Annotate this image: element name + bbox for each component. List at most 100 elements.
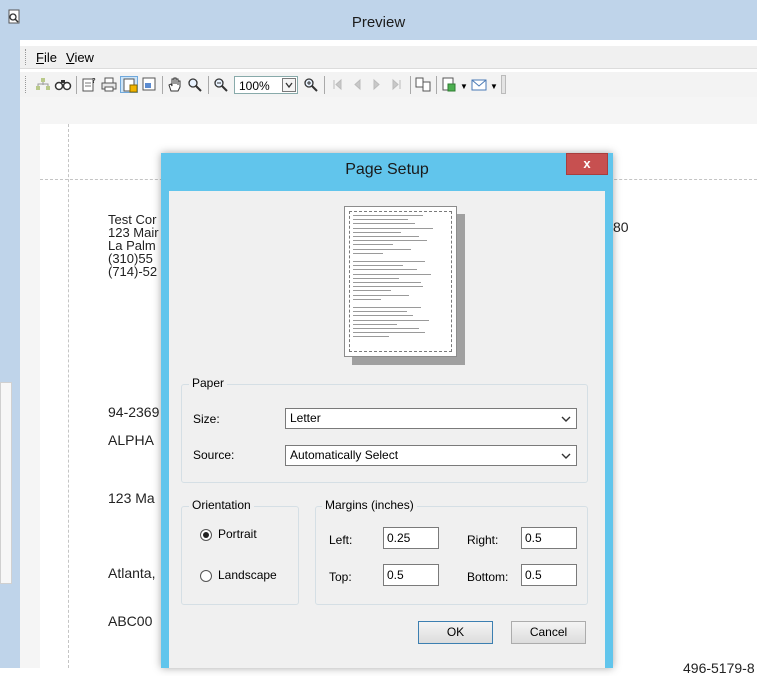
margins-legend: Margins (inches): [322, 498, 417, 512]
orientation-legend: Orientation: [189, 498, 254, 512]
page-preview-thumbnail: [344, 206, 457, 357]
toolbar-separator: [410, 76, 411, 94]
left-margin-input[interactable]: 0.25: [383, 527, 439, 549]
save-dropdown-icon[interactable]: ▼: [460, 82, 468, 91]
preview-text-line: [353, 269, 417, 271]
preview-text-line: [353, 261, 425, 262]
preview-app-icon[interactable]: [6, 9, 22, 25]
preview-text-line: [353, 282, 421, 283]
paper-source-select[interactable]: Automatically Select: [285, 445, 577, 466]
toolbar-separator: [162, 76, 163, 94]
landscape-radio[interactable]: [200, 570, 212, 582]
email-icon[interactable]: [470, 76, 488, 93]
source-label: Source:: [193, 448, 235, 462]
top-margin-input[interactable]: 0.5: [383, 564, 439, 586]
document-field: 123 Ma: [108, 490, 155, 506]
preview-text-line: [353, 240, 427, 242]
zoom-in-icon[interactable]: [302, 76, 320, 93]
document-field: Atlanta,: [108, 565, 156, 581]
page-setup-icon[interactable]: ?: [80, 76, 98, 93]
company-line: (714)-52: [108, 264, 158, 279]
bottom-margin-input[interactable]: 0.5: [521, 564, 577, 586]
dialog-body: Paper Size: Letter Source: Automatically…: [169, 191, 605, 668]
window-titlebar[interactable]: Preview: [0, 0, 757, 40]
preview-content-lines: [353, 215, 448, 350]
paper-source-value: Automatically Select: [290, 448, 399, 462]
preview-text-line: [353, 227, 433, 229]
right-margin-label: Right:: [467, 533, 499, 547]
toolbar-separator: [324, 76, 325, 94]
menu-view-label: iew: [74, 50, 94, 65]
zoom-value: 100%: [239, 79, 270, 93]
preview-text-line: [353, 248, 411, 250]
toolbar-separator: [208, 76, 209, 94]
find-icon[interactable]: [54, 76, 72, 93]
preview-text-line: [353, 231, 401, 233]
paper-size-value: Letter: [290, 411, 321, 425]
page-setup-dialog[interactable]: Page Setup x Paper Size: Letter Source: …: [161, 153, 613, 668]
portrait-radio[interactable]: [200, 529, 212, 541]
margins-group: [315, 506, 588, 605]
preview-text-line: [353, 236, 419, 237]
preview-text-line: [353, 298, 381, 300]
first-page-icon[interactable]: [328, 76, 346, 93]
toolbar-separator: [76, 76, 77, 94]
ok-button[interactable]: OK: [418, 621, 493, 644]
save-icon[interactable]: [440, 76, 458, 93]
dialog-title: Page Setup: [345, 161, 429, 178]
preview-text-line: [353, 252, 383, 254]
right-margin-input[interactable]: 0.5: [521, 527, 577, 549]
print-layout-icon[interactable]: [120, 76, 138, 93]
company-address-block: Test Cor 123 Mair La Palm (310)55 (714)-…: [108, 213, 159, 278]
preview-text-line: [353, 307, 421, 308]
preview-text-line: [353, 286, 423, 288]
preview-text-line: [353, 290, 391, 292]
menu-grip: [25, 49, 29, 65]
export-icon[interactable]: [140, 76, 158, 93]
previous-page-icon[interactable]: [348, 76, 366, 93]
email-dropdown-icon[interactable]: ▼: [490, 82, 498, 91]
svg-text:?: ?: [92, 77, 96, 85]
left-margin-label: Left:: [329, 533, 353, 547]
cancel-button[interactable]: Cancel: [511, 621, 586, 644]
preview-text-line: [353, 294, 409, 296]
paper-legend: Paper: [189, 376, 228, 390]
chevron-down-icon: [560, 410, 572, 427]
preview-text-line: [353, 336, 389, 338]
multiple-pages-icon[interactable]: [414, 76, 432, 93]
orientation-group: [181, 506, 299, 605]
zoom-out-icon[interactable]: [212, 76, 230, 93]
menu-file-label: ile: [43, 50, 57, 65]
preview-text-line: [353, 215, 423, 216]
document-map-icon[interactable]: [34, 76, 52, 93]
last-page-icon[interactable]: [388, 76, 406, 93]
preview-text-line: [353, 328, 419, 329]
toolbar-overflow-icon[interactable]: [501, 75, 506, 94]
toolbar-separator: [436, 76, 437, 94]
preview-text-line: [353, 273, 431, 275]
document-field: 94-2369: [108, 404, 160, 420]
document-right-text: 80: [613, 219, 629, 235]
chevron-down-icon[interactable]: [282, 78, 296, 92]
toolbar: ? 100% ▼ ▼: [20, 71, 757, 98]
menu-view[interactable]: View: [66, 50, 94, 65]
zoom-combo[interactable]: 100%: [234, 76, 298, 94]
magnifier-icon[interactable]: [186, 76, 204, 93]
chevron-down-icon: [560, 447, 572, 464]
menu-file-accel: F: [36, 50, 44, 65]
preview-text-line: [353, 311, 407, 313]
hand-tool-icon[interactable]: [166, 76, 184, 93]
toolbar-grip: [25, 76, 29, 93]
preview-text-line: [353, 223, 415, 225]
preview-text-line: [353, 319, 429, 321]
preview-text-line: [353, 265, 403, 267]
paper-size-select[interactable]: Letter: [285, 408, 577, 429]
preview-text-line: [353, 244, 393, 246]
document-field: ABC00: [108, 613, 153, 629]
landscape-label: Landscape: [218, 568, 277, 582]
close-button[interactable]: x: [566, 153, 608, 175]
print-icon[interactable]: [100, 76, 118, 93]
preview-text-line: [353, 332, 425, 334]
menu-file[interactable]: File: [36, 50, 57, 65]
next-page-icon[interactable]: [368, 76, 386, 93]
